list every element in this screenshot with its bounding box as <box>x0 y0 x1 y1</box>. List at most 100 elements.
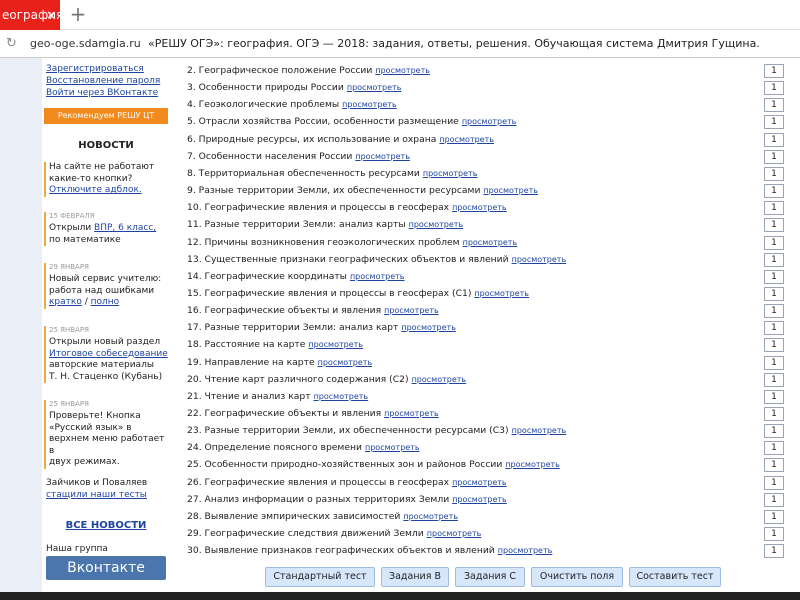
standard-test-button[interactable]: Стандартный тест <box>265 567 375 587</box>
count-input[interactable]: 1 <box>764 510 784 524</box>
count-input[interactable]: 1 <box>764 441 784 455</box>
view-link[interactable]: просмотреть <box>409 220 464 229</box>
view-link[interactable]: просмотреть <box>412 375 467 384</box>
task-row: 6. Природные ресурсы, их использование и… <box>187 131 762 148</box>
count-input[interactable]: 1 <box>764 338 784 352</box>
view-link[interactable]: просмотреть <box>347 83 402 92</box>
vpr-link[interactable]: ВПР, 6 класс, <box>94 223 156 233</box>
view-link[interactable]: просмотреть <box>401 323 456 332</box>
group-label: Наша группа <box>46 544 108 554</box>
view-link[interactable]: просмотреть <box>452 478 507 487</box>
count-input[interactable]: 1 <box>764 287 784 301</box>
task-title: 13. Существенные признаки географических… <box>187 254 509 265</box>
disable-adblock-link[interactable]: Отключите адблок. <box>49 185 142 195</box>
view-link[interactable]: просмотреть <box>498 546 553 555</box>
view-link[interactable]: просмотреть <box>314 392 369 401</box>
full-link[interactable]: полно <box>91 297 120 307</box>
view-link[interactable]: просмотреть <box>384 409 439 418</box>
vk-button[interactable]: Вконтакте <box>46 556 166 580</box>
task-title: 3. Особенности природы России <box>187 82 344 93</box>
tasks-b-button[interactable]: Задания В <box>381 567 449 587</box>
login-vk-link[interactable]: Войти через ВКонтакте <box>46 88 158 98</box>
news-item: 15 февраля Открыли ВПР, 6 класс, по мате… <box>44 212 168 246</box>
view-link[interactable]: просмотреть <box>463 238 518 247</box>
count-input[interactable]: 1 <box>764 373 784 387</box>
link-separator: / <box>81 297 91 307</box>
view-link[interactable]: просмотреть <box>403 512 458 521</box>
compose-test-button[interactable]: Составить тест <box>629 567 721 587</box>
count-input[interactable]: 1 <box>764 236 784 250</box>
task-title: 17. Разные территории Земли: анализ карт <box>187 322 399 333</box>
view-link[interactable]: просмотреть <box>439 135 494 144</box>
task-title: 20. Чтение карт различного содержания (С… <box>187 374 409 385</box>
view-link[interactable]: просмотреть <box>350 272 405 281</box>
count-input[interactable]: 1 <box>764 544 784 558</box>
task-row: 9. Разные территории Земли, их обеспечен… <box>187 182 762 199</box>
view-link[interactable]: просмотреть <box>474 289 529 298</box>
view-link[interactable]: просмотреть <box>355 152 410 161</box>
task-row: 10. Географические явления и процессы в … <box>187 199 762 216</box>
count-input[interactable]: 1 <box>764 218 784 232</box>
view-link[interactable]: просмотреть <box>512 255 567 264</box>
count-input[interactable]: 1 <box>764 476 784 490</box>
count-input[interactable]: 1 <box>764 133 784 147</box>
register-link[interactable]: Зарегистрироваться <box>46 64 144 74</box>
close-icon[interactable]: × <box>44 0 58 30</box>
brief-link[interactable]: кратко <box>49 297 82 307</box>
count-input[interactable]: 1 <box>764 81 784 95</box>
news-date: 15 февраля <box>49 212 95 220</box>
final-interview-link[interactable]: Итоговое собеседование <box>49 349 168 359</box>
task-title: 24. Определение поясного времени <box>187 442 362 453</box>
task-row: 27. Анализ информации о разных территори… <box>187 491 762 508</box>
recommend-button[interactable]: Рекомендуем РЕШУ ЦТ <box>44 108 168 124</box>
count-input[interactable]: 1 <box>764 493 784 507</box>
count-input[interactable]: 1 <box>764 527 784 541</box>
news-text: двух режимах. <box>49 457 120 467</box>
task-title: 8. Территориальная обеспеченность ресурс… <box>187 168 420 179</box>
count-input[interactable]: 1 <box>764 321 784 335</box>
all-news-link[interactable]: ВСЕ НОВОСТИ <box>44 520 168 531</box>
count-input[interactable]: 1 <box>764 184 784 198</box>
count-input[interactable]: 1 <box>764 407 784 421</box>
task-row: 7. Особенности населения России просмотре… <box>187 148 762 165</box>
view-link[interactable]: просмотреть <box>308 340 363 349</box>
new-tab-icon[interactable]: + <box>68 0 88 30</box>
count-input[interactable]: 1 <box>764 98 784 112</box>
view-link[interactable]: просмотреть <box>384 306 439 315</box>
count-input[interactable]: 1 <box>764 458 784 472</box>
count-input[interactable]: 1 <box>764 167 784 181</box>
count-input[interactable]: 1 <box>764 201 784 215</box>
news-text: На сайте не работают <box>49 162 155 172</box>
view-link[interactable]: просмотреть <box>342 100 397 109</box>
restore-password-link[interactable]: Восстановление пароля <box>46 76 160 86</box>
stolen-tests-link[interactable]: стащили наши тесты <box>46 490 147 500</box>
view-link[interactable]: просмотреть <box>423 169 478 178</box>
address-bar[interactable]: ↻ geo-oge.sdamgia.ru «РЕШУ ОГЭ»: географ… <box>0 30 800 58</box>
count-input[interactable]: 1 <box>764 390 784 404</box>
view-link[interactable]: просмотреть <box>318 358 373 367</box>
view-link[interactable]: просмотреть <box>452 203 507 212</box>
count-input[interactable]: 1 <box>764 424 784 438</box>
view-link[interactable]: просмотреть <box>365 443 420 452</box>
count-input[interactable]: 1 <box>764 304 784 318</box>
count-input[interactable]: 1 <box>764 270 784 284</box>
count-input[interactable]: 1 <box>764 356 784 370</box>
view-link[interactable]: просмотреть <box>375 66 430 75</box>
count-input[interactable]: 1 <box>764 253 784 267</box>
url-text[interactable]: geo-oge.sdamgia.ru <box>30 30 141 57</box>
count-input[interactable]: 1 <box>764 64 784 78</box>
view-link[interactable]: просмотреть <box>512 426 567 435</box>
clear-fields-button[interactable]: Очистить поля <box>531 567 623 587</box>
view-link[interactable]: просмотреть <box>483 186 538 195</box>
reload-icon[interactable]: ↻ <box>6 30 20 57</box>
view-link[interactable]: просмотреть <box>452 495 507 504</box>
browser-tab[interactable]: еография. × <box>0 0 60 30</box>
view-link[interactable]: просмотреть <box>462 117 517 126</box>
task-row: 24. Определение поясного времени просмотр… <box>187 439 762 456</box>
count-input[interactable]: 1 <box>764 150 784 164</box>
news-text: по математике <box>49 234 121 245</box>
tasks-c-button[interactable]: Задания С <box>455 567 525 587</box>
count-input[interactable]: 1 <box>764 115 784 129</box>
view-link[interactable]: просмотреть <box>505 460 560 469</box>
view-link[interactable]: просмотреть <box>427 529 482 538</box>
